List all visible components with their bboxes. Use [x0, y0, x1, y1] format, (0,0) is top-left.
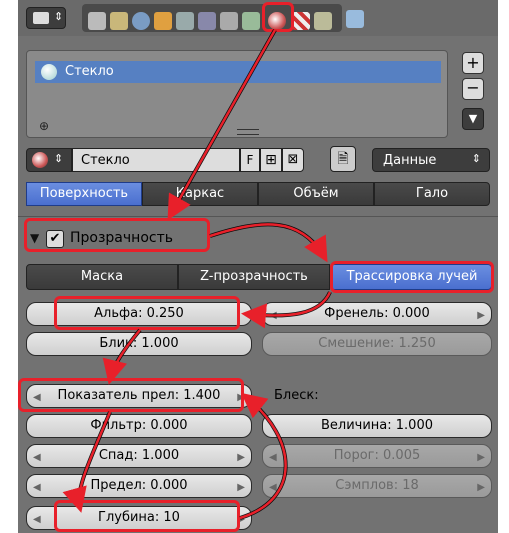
annotation-arrows — [62, 29, 332, 520]
